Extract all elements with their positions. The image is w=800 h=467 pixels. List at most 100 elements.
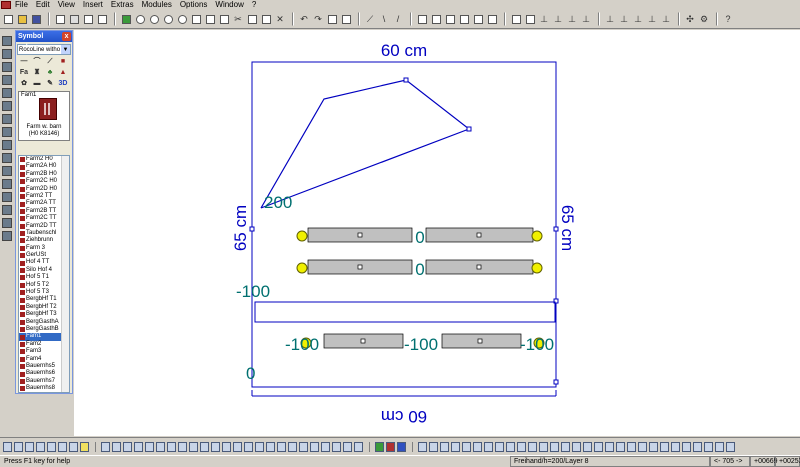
- menu-window[interactable]: Window: [213, 0, 249, 10]
- section-11-button[interactable]: [539, 441, 548, 452]
- section-20-button[interactable]: [638, 441, 647, 452]
- track-end-marker[interactable]: [296, 230, 308, 242]
- layer-26-button[interactable]: [288, 441, 297, 452]
- layer-31-button[interactable]: [343, 441, 352, 452]
- height-icon[interactable]: [510, 13, 522, 25]
- lower-platform[interactable]: [254, 301, 556, 323]
- road-tool-icon[interactable]: [2, 153, 12, 163]
- layer-14-button[interactable]: [156, 441, 165, 452]
- layer-7-button[interactable]: [69, 441, 78, 452]
- connect3-icon[interactable]: ⊥: [632, 13, 644, 25]
- paste-icon[interactable]: [260, 13, 272, 25]
- layer-print-icon[interactable]: [418, 441, 427, 452]
- undo-icon[interactable]: ↶: [298, 13, 310, 25]
- layer-tool-icon[interactable]: [2, 88, 12, 98]
- section-25-button[interactable]: [693, 441, 702, 452]
- decoration-symbol-icon[interactable]: ✿: [19, 79, 29, 88]
- track4-icon[interactable]: ⊥: [580, 13, 592, 25]
- layer-13-button[interactable]: [145, 441, 154, 452]
- layer-22-button[interactable]: [244, 441, 253, 452]
- open-folder-icon[interactable]: [16, 13, 28, 25]
- tree-symbol-icon[interactable]: ♣: [45, 68, 55, 77]
- outline-handle[interactable]: [403, 77, 409, 83]
- layer-27-button[interactable]: [299, 441, 308, 452]
- zoom-out-icon[interactable]: [148, 13, 160, 25]
- list-scrollbar[interactable]: [61, 156, 69, 392]
- library-dropdown[interactable]: RocoLine witho ▼: [17, 44, 71, 55]
- layer-icon[interactable]: [190, 13, 202, 25]
- curve-tool-icon[interactable]: [2, 62, 12, 72]
- close-icon[interactable]: x: [62, 32, 71, 41]
- redo-icon[interactable]: ↷: [312, 13, 324, 25]
- menu-insert[interactable]: Insert: [81, 0, 109, 10]
- font-symbol-icon[interactable]: Fa: [19, 68, 29, 77]
- chevron-down-icon[interactable]: ▼: [61, 45, 70, 54]
- layers-hidden-icon[interactable]: [386, 441, 395, 452]
- delete-icon[interactable]: ✕: [274, 13, 286, 25]
- section-16-button[interactable]: [594, 441, 603, 452]
- section-13-button[interactable]: [561, 441, 570, 452]
- frame-handle[interactable]: [553, 226, 559, 232]
- layer-up-icon[interactable]: [472, 13, 484, 25]
- layer-2-button[interactable]: [14, 441, 23, 452]
- measure-icon[interactable]: [340, 13, 352, 25]
- settings-icon[interactable]: ⚙: [698, 13, 710, 25]
- font-tool-icon[interactable]: [2, 231, 12, 241]
- zoom-all-icon[interactable]: [162, 13, 174, 25]
- connect2-icon[interactable]: ⊥: [618, 13, 630, 25]
- menu-extras[interactable]: Extras: [109, 0, 140, 10]
- section-10-button[interactable]: [528, 441, 537, 452]
- pencil-symbol-icon[interactable]: ✎: [45, 79, 55, 88]
- figure-symbol-icon[interactable]: ♜: [32, 68, 42, 77]
- section-14-button[interactable]: [572, 441, 581, 452]
- align-left-icon[interactable]: [444, 13, 456, 25]
- layer-19-button[interactable]: [211, 441, 220, 452]
- section-3-button[interactable]: [451, 441, 460, 452]
- slope-symbol-icon[interactable]: ⟋: [45, 57, 55, 66]
- section-26-button[interactable]: [704, 441, 713, 452]
- layer-12-button[interactable]: [134, 441, 143, 452]
- frame-handle[interactable]: [249, 226, 255, 232]
- app-menu-icon[interactable]: [1, 1, 11, 9]
- track-end-marker[interactable]: [531, 262, 543, 274]
- connect4-icon[interactable]: ⊥: [646, 13, 658, 25]
- section-22-button[interactable]: [660, 441, 669, 452]
- menu-help[interactable]: ?: [250, 0, 262, 10]
- layers-visible-icon[interactable]: [375, 441, 384, 452]
- save-icon[interactable]: [30, 13, 42, 25]
- section-8-button[interactable]: [506, 441, 515, 452]
- cut-icon[interactable]: ✂: [232, 13, 244, 25]
- track-end-marker[interactable]: [296, 262, 308, 274]
- layer-3-button[interactable]: [25, 441, 34, 452]
- outline-handle[interactable]: [466, 126, 472, 132]
- select-tool-icon[interactable]: [2, 36, 12, 46]
- layout-drawing[interactable]: 60 cm 60 cm 65 cm 65 cm 200 0 0 -100 -10…: [74, 30, 800, 436]
- zoom-window-icon[interactable]: [176, 13, 188, 25]
- layer-20-button[interactable]: [222, 441, 231, 452]
- new-file-icon[interactable]: [2, 13, 14, 25]
- snap-icon[interactable]: ✣: [684, 13, 696, 25]
- layer-29-button[interactable]: [321, 441, 330, 452]
- section-6-button[interactable]: [484, 441, 493, 452]
- track3-icon[interactable]: ⊥: [566, 13, 578, 25]
- connect-icon[interactable]: ⊥: [604, 13, 616, 25]
- frame-handle[interactable]: [553, 379, 559, 385]
- section-12-button[interactable]: [550, 441, 559, 452]
- track-icon[interactable]: ⊥: [538, 13, 550, 25]
- print-preview-icon[interactable]: [54, 13, 66, 25]
- layer-10-button[interactable]: [112, 441, 121, 452]
- layer-11-button[interactable]: [123, 441, 132, 452]
- track-tool-icon[interactable]: [2, 49, 12, 59]
- layer-16-button[interactable]: [178, 441, 187, 452]
- menu-options[interactable]: Options: [178, 0, 214, 10]
- section-18-button[interactable]: [616, 441, 625, 452]
- freehand-tool-icon[interactable]: ⟋: [364, 13, 376, 25]
- layer-25-button[interactable]: [277, 441, 286, 452]
- slope-tool-icon[interactable]: \: [378, 13, 390, 25]
- image-icon[interactable]: [120, 13, 132, 25]
- section-4-button[interactable]: [462, 441, 471, 452]
- layer-32-button[interactable]: [354, 441, 363, 452]
- layer-6-button[interactable]: [58, 441, 67, 452]
- house-symbol-icon[interactable]: ■: [58, 57, 68, 66]
- export-icon[interactable]: [96, 13, 108, 25]
